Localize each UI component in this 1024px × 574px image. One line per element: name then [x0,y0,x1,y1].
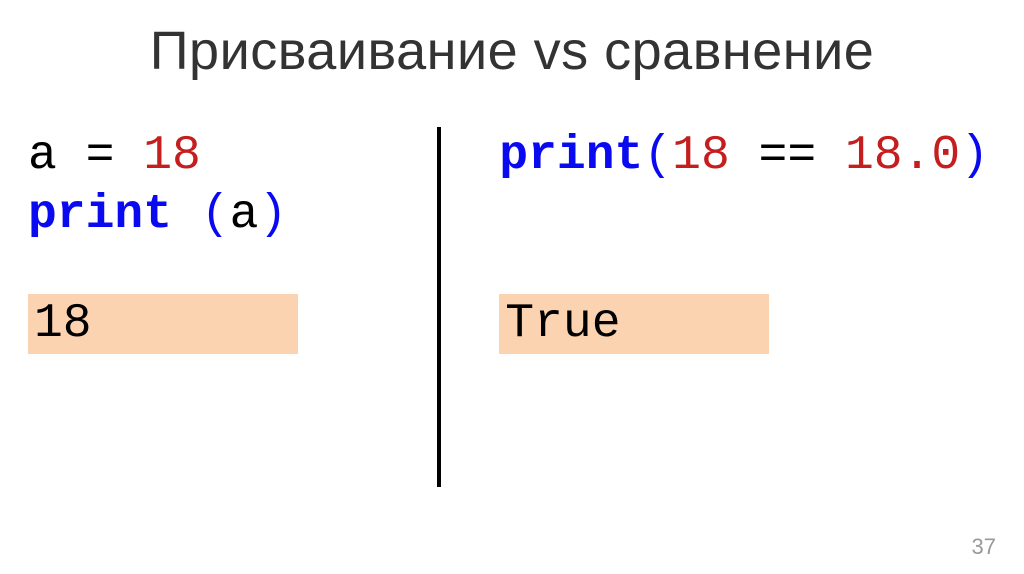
code-keyword-print: print [28,188,172,242]
code-paren-close: ) [960,129,989,183]
slide-content: a = 18 print (a) 18 print(18 == 18.0) Tr… [0,127,1024,487]
right-column: print(18 == 18.0) True [447,127,1004,487]
code-line-1: a = 18 [28,127,416,186]
code-paren-open: ( [201,188,230,242]
left-column: a = 18 print (a) 18 [20,127,431,487]
code-space [172,188,201,242]
column-divider [437,127,441,487]
code-number: 18 [143,129,201,183]
code-variable: a [28,129,57,183]
code-number: 18 [672,129,730,183]
code-assign-op: = [57,129,143,183]
code-paren-open: ( [643,129,672,183]
slide-title: Присваивание vs сравнение [0,0,1024,82]
output-box-left: 18 [28,294,298,354]
code-paren-close: ) [258,188,287,242]
code-line-1: print(18 == 18.0) [499,127,989,186]
code-block-assignment: a = 18 print (a) [28,127,416,244]
page-number: 37 [972,534,996,560]
output-box-right: True [499,294,769,354]
code-keyword-print: print [499,129,643,183]
code-block-comparison: print(18 == 18.0) [499,127,989,186]
code-eq-op: == [730,129,845,183]
code-arg: a [230,188,259,242]
code-line-2: print (a) [28,186,416,245]
code-number: 18.0 [845,129,960,183]
